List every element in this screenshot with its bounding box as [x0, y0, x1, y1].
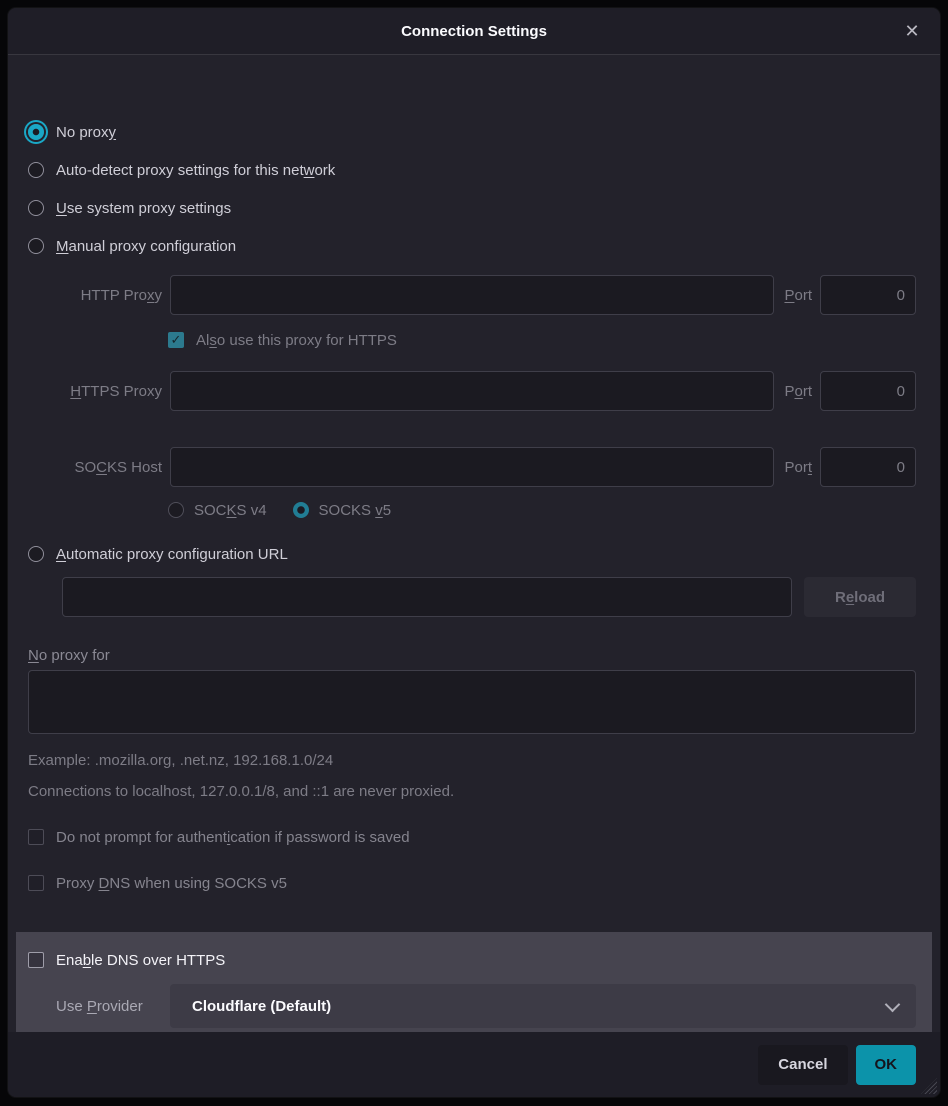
also-https-row[interactable]: ✓ Also use this proxy for HTTPS: [168, 325, 916, 355]
also-https-checkbox[interactable]: ✓: [168, 332, 184, 348]
radio-row-no-proxy[interactable]: No proxy: [28, 113, 916, 151]
no-proxy-example-text: Example: .mozilla.org, .net.nz, 192.168.…: [28, 752, 916, 769]
proxy-dns-row[interactable]: Proxy DNS when using SOCKS v5: [28, 868, 916, 898]
enable-doh-checkbox[interactable]: [28, 952, 44, 968]
socks-host-input[interactable]: [170, 447, 774, 487]
no-prompt-auth-label: Do not prompt for authentication if pass…: [56, 829, 410, 846]
radio-socks-v4[interactable]: [168, 502, 184, 518]
socks-version-row: SOCKS v4 SOCKS v5: [168, 495, 916, 525]
resize-grip[interactable]: [921, 1078, 937, 1094]
autoconfig-url-row: Reload: [62, 577, 916, 617]
radio-auto-detect-label: Auto-detect proxy settings for this netw…: [56, 162, 335, 179]
connection-settings-dialog: Connection Settings ✕ No proxy Auto-dete…: [8, 8, 940, 1097]
radio-manual[interactable]: [28, 238, 44, 254]
socks-port-input[interactable]: [820, 447, 916, 487]
no-prompt-auth-checkbox[interactable]: [28, 829, 44, 845]
radio-autoconfig-label: Automatic proxy configuration URL: [56, 546, 288, 563]
autoconfig-url-input[interactable]: [62, 577, 792, 617]
socks-v5-option[interactable]: SOCKS v5: [293, 495, 392, 525]
radio-row-manual[interactable]: Manual proxy configuration: [28, 227, 916, 265]
http-proxy-label: HTTP Proxy: [28, 287, 162, 304]
proxy-dns-label: Proxy DNS when using SOCKS v5: [56, 875, 287, 892]
check-icon: ✓: [171, 332, 182, 348]
enable-doh-label: Enable DNS over HTTPS: [56, 952, 225, 969]
radio-use-system-label: Use system proxy settings: [56, 200, 231, 217]
https-port-input[interactable]: [820, 371, 916, 411]
socks-v4-label: SOCKS v4: [194, 502, 267, 519]
https-proxy-row: HTTPS Proxy Port: [28, 371, 916, 411]
radio-row-use-system[interactable]: Use system proxy settings: [28, 189, 916, 227]
proxy-dns-checkbox[interactable]: [28, 875, 44, 891]
http-port-input[interactable]: [820, 275, 916, 315]
radio-socks-v5[interactable]: [293, 502, 309, 518]
http-proxy-row: HTTP Proxy Port: [28, 275, 916, 315]
ok-button[interactable]: OK: [856, 1045, 917, 1085]
socks-host-row: SOCKS Host Port: [28, 447, 916, 487]
socks-port-label: Port: [784, 459, 812, 476]
provider-select[interactable]: Cloudflare (Default): [170, 984, 916, 1028]
http-port-label: Port: [784, 287, 812, 304]
provider-row: Use Provider Cloudflare (Default): [56, 984, 916, 1028]
radio-auto-detect[interactable]: [28, 162, 44, 178]
radio-row-autoconfig[interactable]: Automatic proxy configuration URL: [28, 535, 916, 573]
radio-row-auto-detect[interactable]: Auto-detect proxy settings for this netw…: [28, 151, 916, 189]
provider-selected-value: Cloudflare (Default): [192, 998, 331, 1015]
socks-v4-option[interactable]: SOCKS v4: [168, 495, 267, 525]
https-port-label: Port: [784, 383, 812, 400]
dialog-footer: Cancel OK: [8, 1032, 940, 1097]
socks-host-label: SOCKS Host: [28, 459, 162, 476]
dialog-title: Connection Settings: [401, 23, 547, 40]
also-https-label: Also use this proxy for HTTPS: [196, 332, 397, 349]
use-provider-label: Use Provider: [56, 998, 170, 1015]
radio-autoconfig[interactable]: [28, 546, 44, 562]
http-proxy-input[interactable]: [170, 275, 774, 315]
reload-button[interactable]: Reload: [804, 577, 916, 617]
dns-over-https-section: Enable DNS over HTTPS Use Provider Cloud…: [16, 932, 932, 1032]
https-proxy-label: HTTPS Proxy: [28, 383, 162, 400]
radio-no-proxy[interactable]: [28, 124, 44, 140]
radio-use-system[interactable]: [28, 200, 44, 216]
radio-no-proxy-label: No proxy: [56, 124, 116, 141]
https-proxy-input[interactable]: [170, 371, 774, 411]
radio-manual-label: Manual proxy configuration: [56, 238, 236, 255]
no-proxy-for-label: No proxy for: [28, 647, 916, 664]
socks-v5-label: SOCKS v5: [319, 502, 392, 519]
chevron-down-icon: [885, 996, 901, 1012]
close-icon[interactable]: ✕: [898, 17, 926, 45]
no-prompt-auth-row[interactable]: Do not prompt for authentication if pass…: [28, 822, 916, 852]
cancel-button[interactable]: Cancel: [758, 1045, 847, 1085]
no-proxy-for-textarea[interactable]: [28, 670, 916, 734]
enable-doh-row[interactable]: Enable DNS over HTTPS: [28, 946, 916, 974]
dialog-body: No proxy Auto-detect proxy settings for …: [8, 55, 940, 1032]
localhost-note-text: Connections to localhost, 127.0.0.1/8, a…: [28, 783, 916, 800]
dialog-titlebar: Connection Settings ✕: [8, 8, 940, 55]
